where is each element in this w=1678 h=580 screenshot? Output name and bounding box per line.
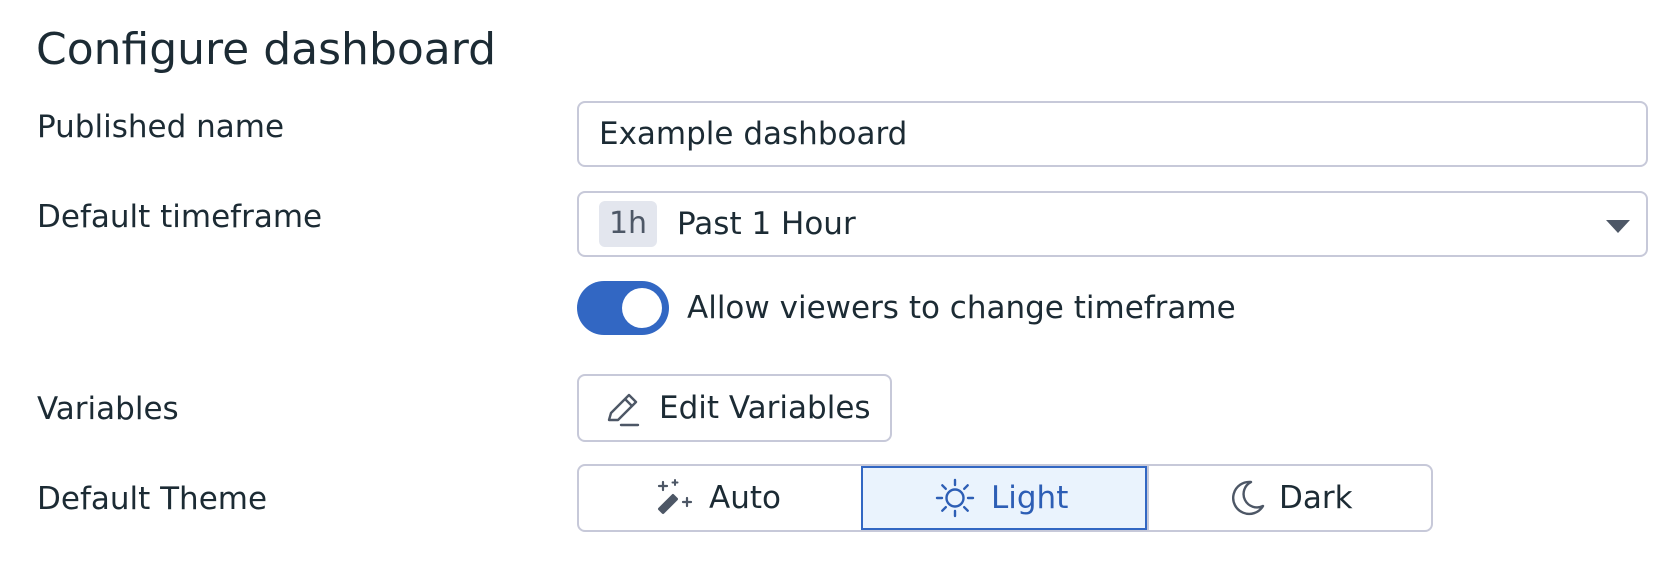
magic-wand-icon: [657, 479, 693, 514]
default-theme-label: Default Theme: [37, 481, 268, 517]
published-name-label: Published name: [37, 109, 285, 145]
theme-option-light[interactable]: Light: [861, 466, 1147, 530]
pencil-icon: [607, 393, 640, 427]
variables-label: Variables: [37, 391, 179, 427]
published-name-input[interactable]: [599, 103, 1619, 165]
timeframe-value: Past 1 Hour: [677, 206, 856, 242]
toggle-knob: [622, 288, 662, 328]
moon-icon: [1232, 480, 1265, 516]
default-timeframe-label: Default timeframe: [37, 199, 323, 235]
edit-variables-label: Edit Variables: [659, 390, 871, 426]
sun-icon: [935, 478, 975, 518]
published-name-field[interactable]: [577, 101, 1648, 167]
edit-variables-button[interactable]: Edit Variables: [577, 374, 892, 442]
theme-option-auto[interactable]: Auto: [579, 466, 861, 530]
theme-option-label: Light: [991, 480, 1069, 516]
allow-change-timeframe-label: Allow viewers to change timeframe: [687, 290, 1236, 326]
theme-option-dark[interactable]: Dark: [1147, 466, 1431, 530]
theme-segmented-control: Auto Light Dark: [577, 464, 1433, 532]
chevron-down-icon[interactable]: [1606, 220, 1630, 233]
timeframe-badge: 1h: [599, 201, 657, 247]
theme-option-label: Dark: [1279, 480, 1353, 516]
theme-option-label: Auto: [709, 480, 781, 516]
timeframe-select[interactable]: 1h Past 1 Hour: [577, 191, 1648, 257]
page-title: Configure dashboard: [36, 24, 497, 75]
allow-change-timeframe-toggle[interactable]: [577, 281, 669, 335]
